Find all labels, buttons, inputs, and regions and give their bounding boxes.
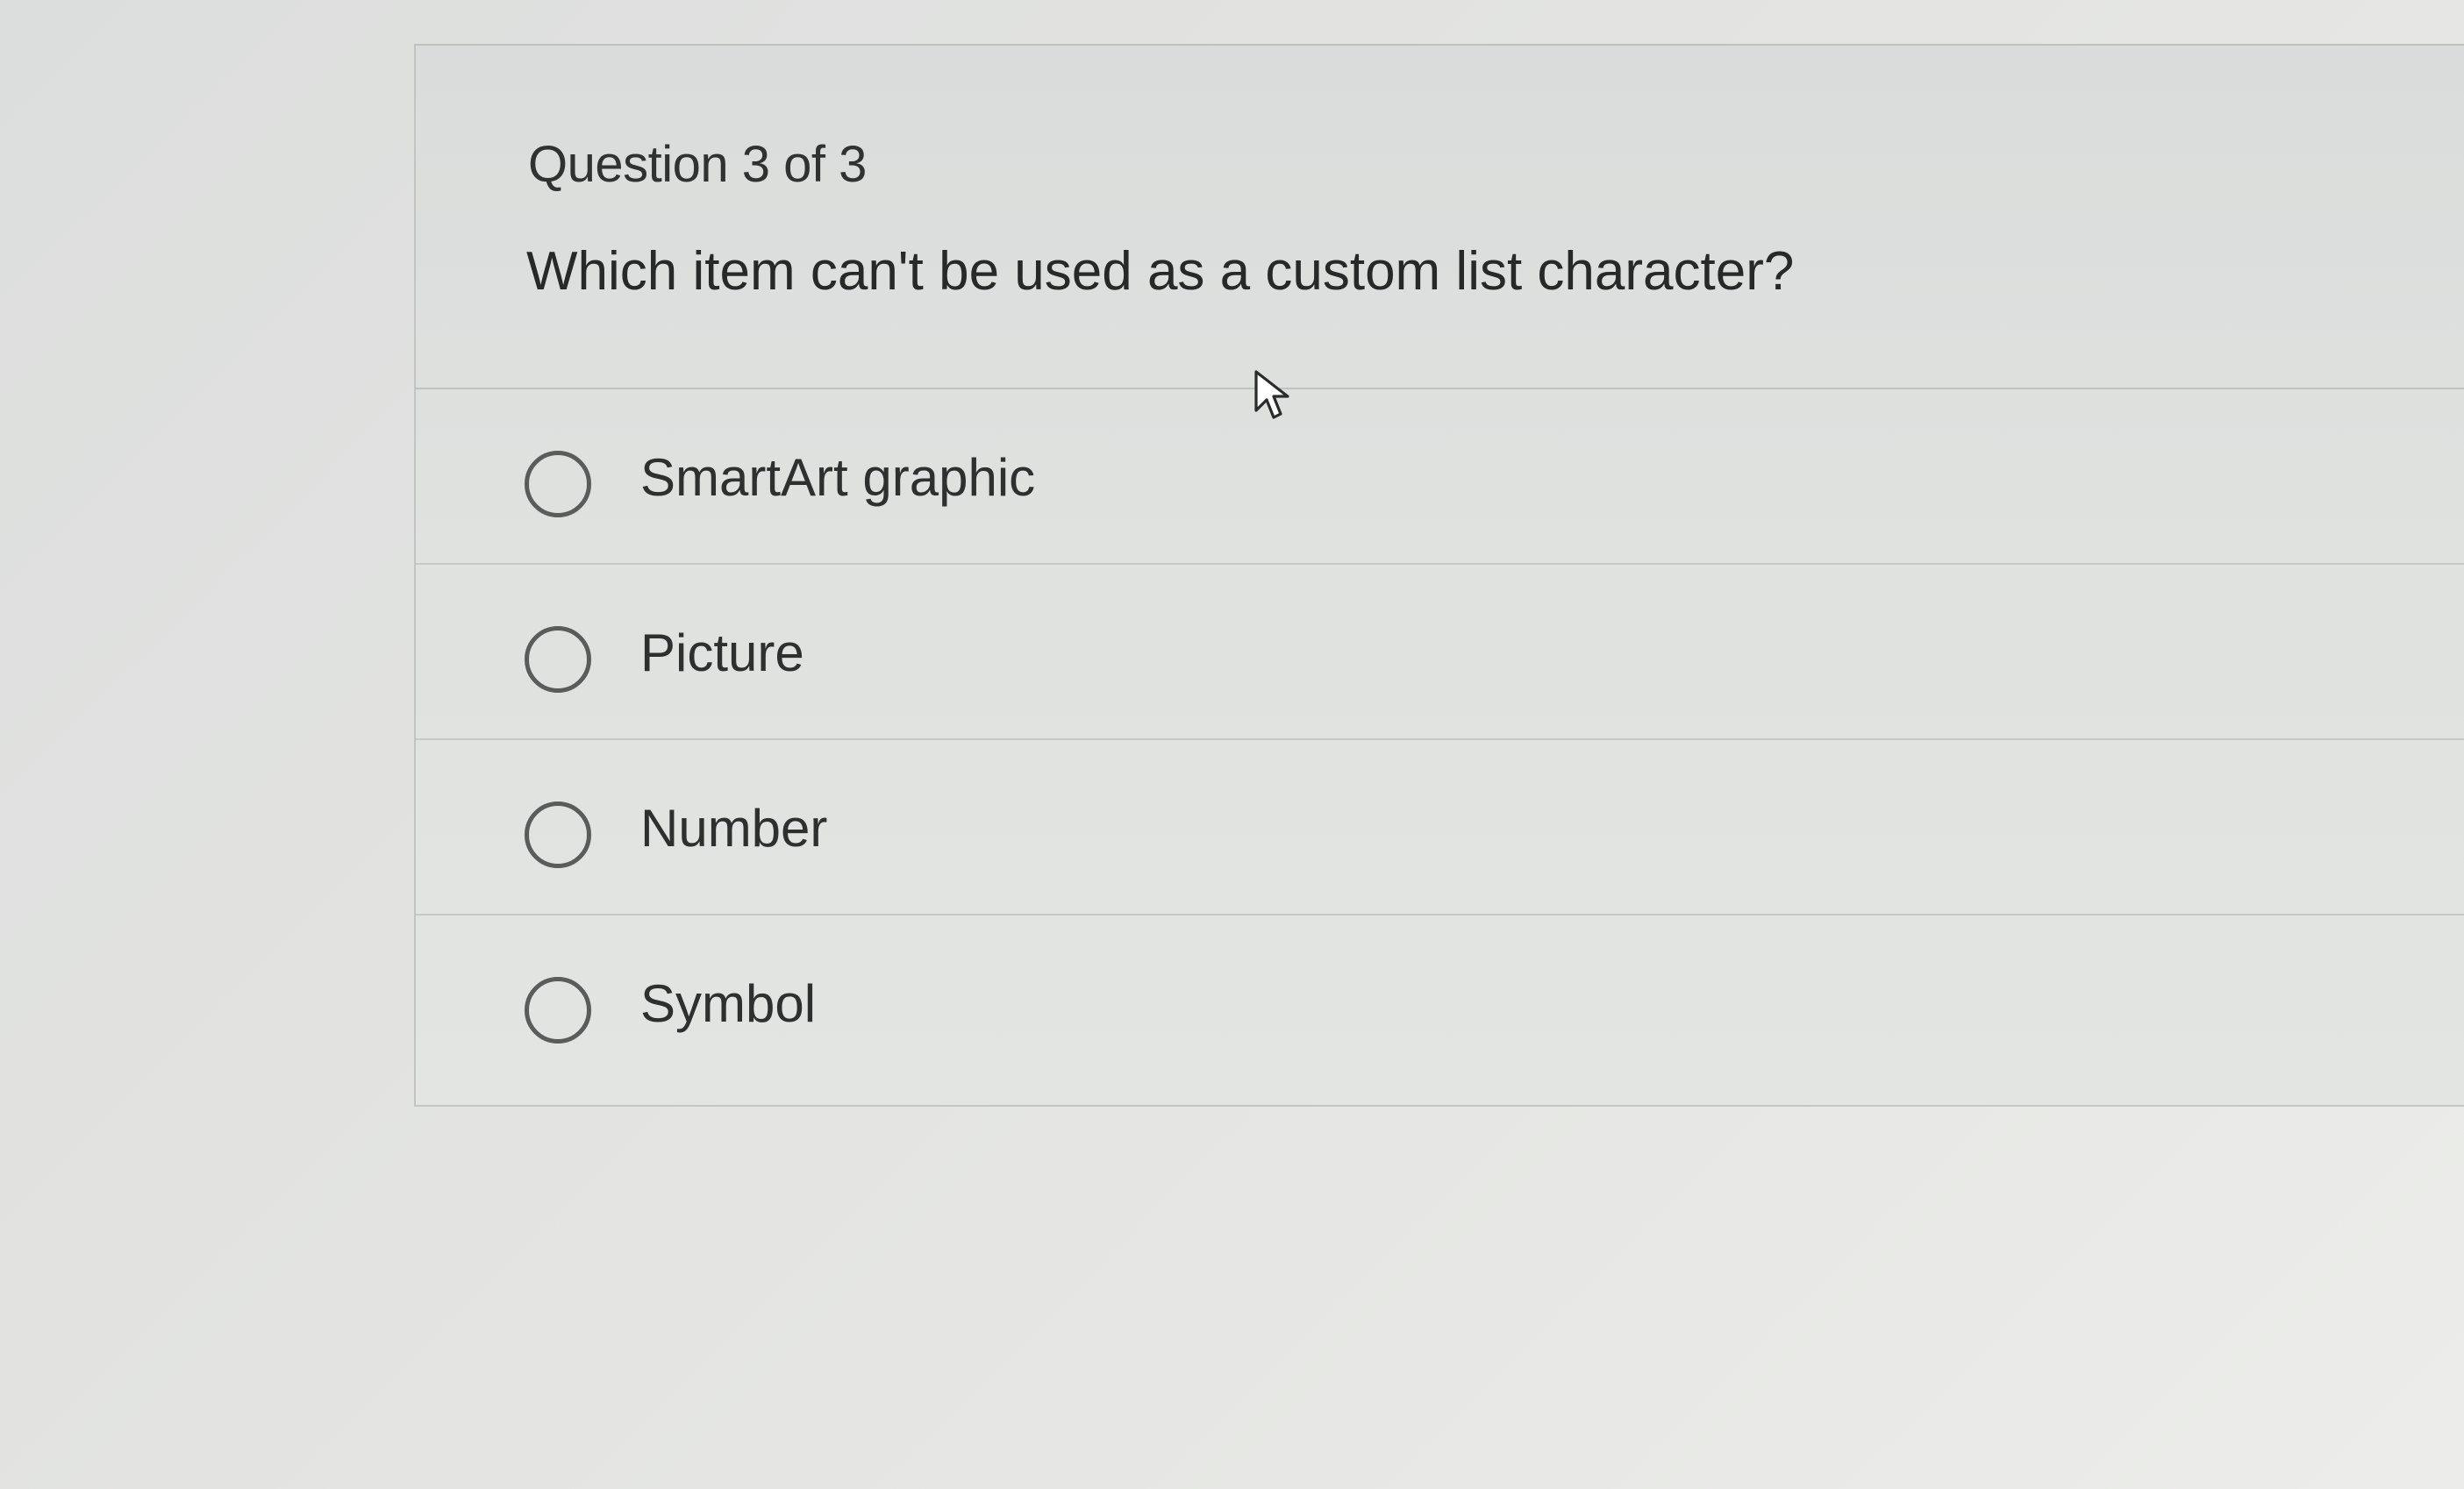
radio-button[interactable] <box>525 801 591 868</box>
arrow-cursor-icon <box>1254 370 1289 419</box>
question-counter: Question 3 of 3 <box>528 136 867 193</box>
radio-button[interactable] <box>525 977 591 1044</box>
answer-option-label: SmartArt graphic <box>640 448 1036 507</box>
answer-option-number[interactable]: Number <box>416 740 2464 915</box>
answer-option-symbol[interactable]: Symbol <box>416 915 2464 1105</box>
answer-option-label: Symbol <box>640 974 817 1033</box>
answer-option-label: Number <box>640 799 828 858</box>
answer-option-label: Picture <box>640 623 804 682</box>
answer-option-picture[interactable]: Picture <box>416 565 2464 740</box>
radio-button[interactable] <box>525 451 591 517</box>
question-header: Question 3 of 3 Which item can't be used… <box>416 46 2464 389</box>
quiz-panel: Question 3 of 3 Which item can't be used… <box>414 44 2464 1107</box>
answer-option-smartart[interactable]: SmartArt graphic <box>416 389 2464 565</box>
radio-button[interactable] <box>525 626 591 693</box>
question-text: Which item can't be used as a custom lis… <box>526 241 1795 302</box>
